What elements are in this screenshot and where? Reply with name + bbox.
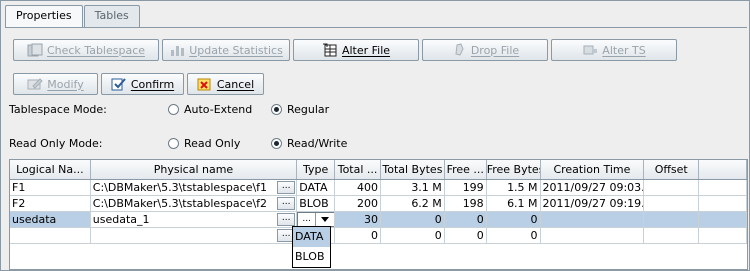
modify-button[interactable]: Modify [13,73,98,95]
cell-spacer [699,228,747,243]
table-row[interactable]: ... 0 0 0 0 [10,228,747,244]
type-dropdown-list[interactable]: DATA BLOB [292,226,331,268]
cell-total-bytes[interactable]: 0 [381,228,445,243]
column-header-physical-name[interactable]: Physical name [91,160,298,179]
cell-logical-name[interactable]: F1 [10,180,91,195]
cell-creation-time[interactable] [541,212,645,227]
cell-total-bytes[interactable]: 3.1 M [381,180,445,195]
cell-total[interactable]: 200 [335,196,381,211]
cell-type[interactable]: DATA [297,180,336,195]
radio-regular[interactable]: Regular [271,103,329,116]
tab-tables[interactable]: Tables [83,5,140,27]
cell-physical-name-text: usedata_1 [92,213,150,226]
tablespace-mode-label: Tablespace Mode: [9,103,107,116]
read-only-mode-label: Read Only Mode: [9,137,103,150]
cell-logical-name[interactable]: F2 [10,196,91,211]
cell-total[interactable]: 0 [335,228,381,243]
radio-auto-extend[interactable]: Auto-Extend [168,103,252,116]
chevron-down-icon[interactable] [316,213,334,226]
browse-file-button[interactable]: ... [277,197,296,210]
cell-offset[interactable] [644,180,700,195]
check-tablespace-icon [27,43,43,57]
column-header-creation-time[interactable]: Creation Time [541,160,645,179]
radio-auto-extend-indicator [168,104,179,115]
cell-physical-name[interactable]: C:\DBMaker\5.3\tstablespace\f2 ... [91,196,298,211]
cell-free-bytes[interactable]: 0 [487,228,541,243]
cell-type[interactable]: BLOB [297,196,336,211]
table-header: Logical Na... Physical name Type Total .… [10,160,747,180]
cell-offset[interactable] [644,196,700,211]
cell-offset[interactable] [644,212,700,227]
cell-type-editor[interactable]: ... [297,212,336,227]
type-combobox-browse[interactable]: ... [298,213,317,226]
radio-read-write-indicator [271,138,282,149]
cancel-button[interactable]: Cancel [187,73,264,95]
confirm-button[interactable]: Confirm [101,73,184,95]
update-statistics-button[interactable]: Update Statistics [162,39,290,61]
cell-free-bytes[interactable]: 0 [487,212,541,227]
radio-read-only[interactable]: Read Only [168,137,240,150]
cell-total-bytes[interactable]: 0 [381,212,445,227]
cell-total[interactable]: 30 [335,212,381,227]
type-option-blob[interactable]: BLOB [293,247,330,267]
cancel-x-icon [197,77,213,91]
pencil-icon [27,77,43,91]
cell-physical-name[interactable]: C:\DBMaker\5.3\tstablespace\f1 ... [91,180,298,195]
column-header-free[interactable]: Free ... [445,160,487,179]
datafile-table: Logical Na... Physical name Type Total .… [9,159,748,270]
type-combobox[interactable]: ... [297,212,335,227]
cell-free-bytes[interactable]: 1.5 M [487,180,541,195]
alter-ts-button[interactable]: Alter TS [551,39,677,61]
cell-free[interactable]: 0 [445,228,487,243]
radio-read-write[interactable]: Read/Write [271,137,347,150]
cell-creation-time[interactable]: 2011/09/27 09:19... [541,196,645,211]
column-header-total[interactable]: Total ... [335,160,381,179]
browse-file-button[interactable]: ... [277,181,296,194]
cell-spacer [699,180,747,195]
cell-logical-name[interactable] [10,228,91,243]
table-row[interactable]: F2 C:\DBMaker\5.3\tstablespace\f2 ... BL… [10,196,747,212]
radio-regular-indicator [271,104,282,115]
drop-file-button[interactable]: Drop File [422,39,548,61]
cell-physical-name-editor[interactable]: usedata_1 ... [90,212,298,227]
table-row[interactable]: F1 C:\DBMaker\5.3\tstablespace\f1 ... DA… [10,180,747,196]
column-header-free-bytes[interactable]: Free Bytes [487,160,541,179]
cell-free[interactable]: 198 [445,196,487,211]
confirm-check-icon [111,77,127,91]
browse-file-button[interactable]: ... [277,213,296,226]
cell-physical-name[interactable]: ... [91,228,298,243]
cell-spacer [699,196,747,211]
column-header-total-bytes[interactable]: Total Bytes [381,160,445,179]
column-header-offset[interactable]: Offset [644,160,700,179]
column-header-logical-name[interactable]: Logical Na... [10,160,91,179]
tab-bar: Properties Tables [5,5,141,29]
cell-free[interactable]: 0 [445,212,487,227]
cell-logical-name[interactable]: usedata [10,212,91,227]
column-header-spacer [699,160,747,179]
cell-physical-name-text: C:\DBMaker\5.3\tstablespace\f2 [92,197,268,210]
type-option-data[interactable]: DATA [293,227,330,247]
alter-file-button[interactable]: Alter File [293,39,419,61]
cell-total[interactable]: 400 [335,180,381,195]
cell-spacer [699,212,747,227]
table-row-selected[interactable]: usedata usedata_1 ... ... 30 0 0 0 [10,212,747,228]
bar-chart-icon [169,43,185,57]
cell-creation-time[interactable] [541,228,645,243]
cell-physical-name-text: C:\DBMaker\5.3\tstablespace\f1 [92,181,268,194]
cell-offset[interactable] [644,228,700,243]
tablespace-window: Properties Tables Check Tablespace Updat… [0,0,750,271]
cell-total-bytes[interactable]: 6.2 M [381,196,445,211]
column-header-type[interactable]: Type [297,160,336,179]
drop-file-icon [451,43,467,57]
alter-ts-icon [582,43,598,57]
tab-properties[interactable]: Properties [5,5,83,29]
grid-table-icon [322,43,338,57]
cell-creation-time[interactable]: 2011/09/27 09:03... [541,180,645,195]
cell-free-bytes[interactable]: 6.1 M [487,196,541,211]
cell-free[interactable]: 199 [445,180,487,195]
check-tablespace-button[interactable]: Check Tablespace [13,39,159,61]
radio-read-only-indicator [168,138,179,149]
